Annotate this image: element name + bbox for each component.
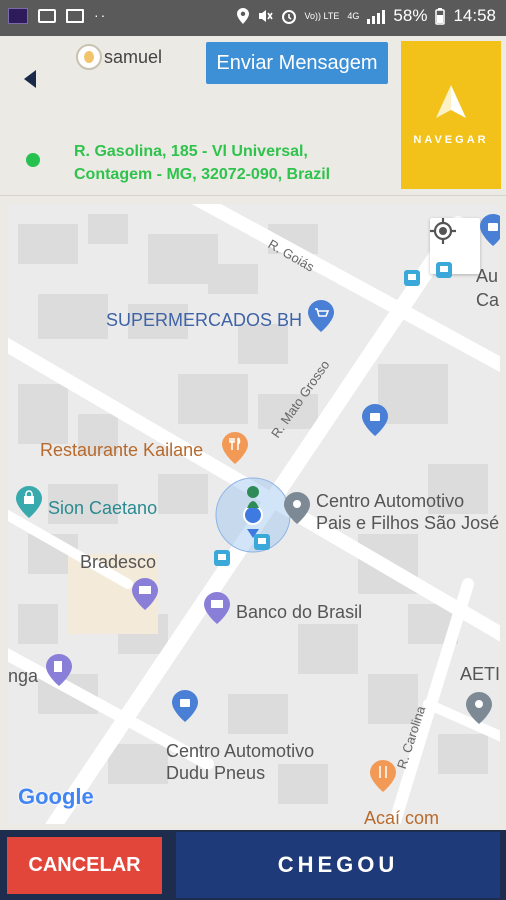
centro-pais-line-2: Pais e Filhos São José [316, 513, 500, 533]
place-label-acai[interactable]: Açaí com [364, 808, 439, 824]
bank-pin-icon-banco-brasil[interactable] [204, 592, 230, 624]
bus-stop-icon-3[interactable] [254, 534, 270, 550]
bus-stop-icon-2[interactable] [436, 262, 452, 278]
alarm-icon [281, 10, 296, 24]
shopping-bag-pin-icon-dudu[interactable] [172, 690, 198, 722]
more-notifications-icon: ·· [94, 7, 108, 23]
place-label-bradesco[interactable]: Bradesco [80, 552, 156, 573]
navigate-label: NAVEGAR [413, 134, 489, 146]
mute-icon [258, 10, 273, 22]
action-bar: CANCELAR CHEGOU [0, 830, 506, 900]
shopping-bag-pin-icon[interactable] [362, 404, 388, 436]
signal-icon [367, 8, 386, 24]
google-logo-text: Google [18, 784, 94, 809]
place-label-centro-pais[interactable]: Centro Automotivo Pais e Filhos São José [316, 490, 499, 534]
avatar [76, 44, 102, 70]
laptop-notification-icon [66, 9, 84, 23]
lock-pin-icon[interactable] [16, 486, 42, 518]
status-bar: ·· Vo)) LTE 4G 58% 14:58 [0, 0, 506, 36]
place-pin-icon-aeti[interactable] [466, 692, 492, 724]
place-label-unga[interactable]: nga [8, 666, 38, 687]
address-line-1: R. Gasolina, 185 - Vl Universal, [74, 143, 308, 160]
place-pin-icon[interactable] [284, 492, 310, 524]
status-dot-icon [26, 153, 40, 167]
location-icon [236, 8, 249, 24]
shopping-bag-pin-icon-topright[interactable] [480, 214, 500, 246]
top-right-line-2: Ca [476, 290, 500, 310]
back-arrow-icon[interactable] [24, 70, 36, 88]
clock: 14:58 [453, 6, 496, 25]
app-notification-icon [8, 8, 28, 24]
centro-pais-line-1: Centro Automotivo [316, 491, 465, 511]
bank-pin-icon-bradesco[interactable] [132, 578, 158, 610]
place-label-aeti[interactable]: AETI [460, 664, 500, 685]
current-location-dot [243, 505, 263, 525]
crosshair-icon [430, 218, 456, 244]
navigation-arrow-icon [436, 85, 466, 118]
place-label-restaurante[interactable]: Restaurante Kailane [40, 440, 203, 461]
google-logo: Google [18, 784, 94, 810]
dudu-line-1: Centro Automotivo [166, 741, 315, 761]
food-pin-icon-acai[interactable] [370, 760, 396, 792]
place-label-dudu[interactable]: Centro Automotivo Dudu Pneus [166, 740, 314, 784]
bus-stop-icon[interactable] [404, 270, 420, 286]
volte-indicator: Vo)) LTE [304, 10, 340, 21]
arrived-button[interactable]: CHEGOU [176, 832, 500, 898]
send-message-button[interactable]: Enviar Mensagem [206, 42, 388, 84]
place-label-sion[interactable]: Sion Caetano [48, 498, 157, 519]
top-right-line-1: Au [476, 266, 499, 286]
username: samuel [104, 46, 163, 67]
user-info: samuel [76, 44, 162, 70]
place-label-supermercados[interactable]: SUPERMERCADOS BH [106, 310, 302, 331]
shopping-cart-pin-icon[interactable] [308, 300, 334, 332]
image-notification-icon [38, 9, 56, 23]
dudu-line-2: Dudu Pneus [166, 763, 266, 783]
map-view[interactable]: R. Goiás R. Mato Grosso R. Carolina SUPE… [8, 204, 500, 824]
bus-stop-icon-4[interactable] [214, 550, 230, 566]
battery-icon [435, 7, 446, 25]
place-label-banco-brasil[interactable]: Banco do Brasil [236, 602, 362, 623]
delivery-header: samuel Enviar Mensagem R. Gasolina, 185 … [0, 36, 506, 196]
restaurant-pin-icon[interactable] [222, 432, 248, 464]
cancel-button[interactable]: CANCELAR [7, 837, 162, 894]
driver-head [247, 486, 259, 498]
address-line-2: Contagem - MG, 32072-090, Brazil [74, 166, 331, 183]
place-label-top-right[interactable]: Au Ca [476, 264, 499, 312]
network-type: 4G [347, 10, 360, 21]
gas-station-pin-icon[interactable] [46, 654, 72, 686]
destination-address: R. Gasolina, 185 - Vl Universal, Contage… [74, 140, 394, 186]
navigate-button[interactable]: NAVEGAR [401, 41, 501, 189]
battery-percent: 58% [393, 6, 428, 25]
